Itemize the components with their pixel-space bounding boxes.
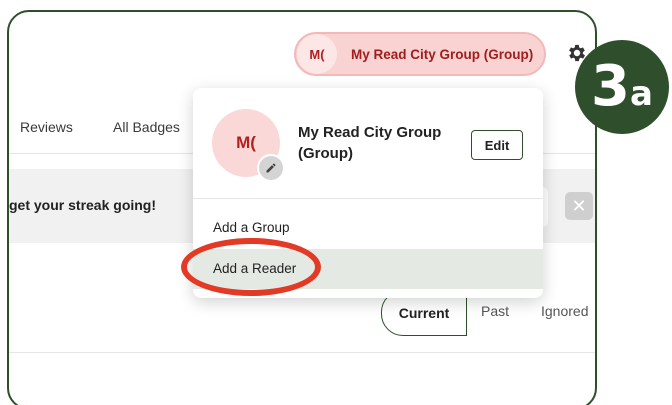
close-icon[interactable]: ✕: [565, 192, 593, 220]
pencil-icon[interactable]: [257, 154, 285, 182]
highlight-ellipse: [181, 238, 321, 296]
nav-item-reviews[interactable]: Reviews: [20, 119, 73, 135]
list-divider: [9, 352, 595, 353]
tab-past[interactable]: Past: [481, 303, 509, 319]
banner-text: get your streak going!: [9, 197, 157, 213]
step-number: 3: [591, 54, 630, 119]
step-letter: a: [630, 74, 653, 114]
account-name: My Read City Group (Group): [351, 46, 534, 62]
group-name: My Read City Group (Group): [298, 124, 442, 162]
edit-button[interactable]: Edit: [471, 130, 523, 160]
tab-ignored[interactable]: Ignored: [541, 303, 588, 319]
nav-item-all-badges[interactable]: All Badges: [113, 119, 180, 135]
account-switcher-button[interactable]: M( My Read City Group (Group): [294, 32, 546, 76]
menu-separator: [193, 198, 543, 199]
account-avatar: M(: [297, 34, 337, 74]
step-badge: 3 a: [575, 40, 669, 134]
